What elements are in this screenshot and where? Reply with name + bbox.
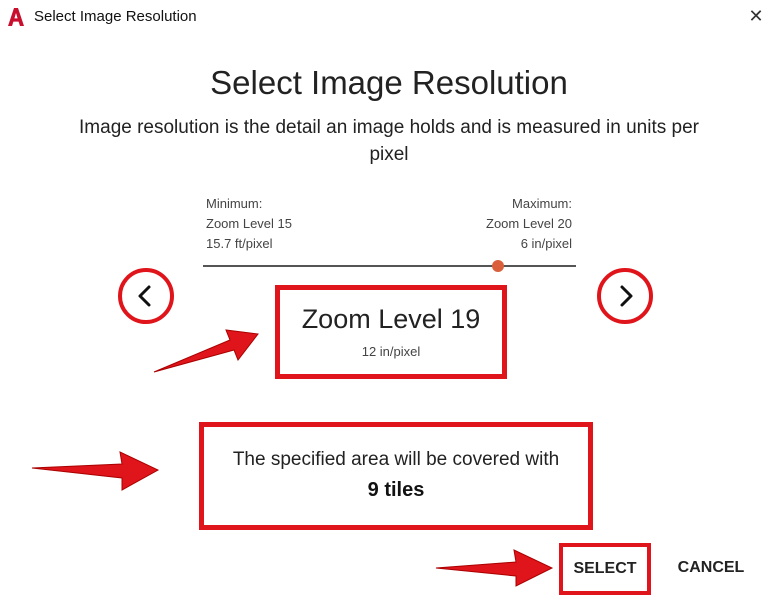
selected-zoom-level: Zoom Level 19 bbox=[301, 304, 481, 334]
window-title: Select Image Resolution bbox=[34, 8, 197, 25]
tile-count: 9 tiles bbox=[367, 479, 425, 501]
select-button[interactable]: SELECT bbox=[559, 543, 651, 595]
annotation-arrow-zoom-icon bbox=[153, 329, 259, 373]
coverage-box: The specified area will be covered with … bbox=[199, 422, 593, 530]
dialog-heading: Select Image Resolution bbox=[210, 64, 568, 101]
title-bar: Select Image Resolution ✕ bbox=[0, 0, 778, 34]
annotation-arrow-tiles-icon bbox=[31, 451, 160, 491]
minimum-label: Minimum: bbox=[206, 196, 263, 211]
zoom-slider-track[interactable] bbox=[203, 265, 576, 267]
selected-zoom-box: Zoom Level 19 12 in/pixel bbox=[275, 285, 507, 379]
coverage-text: The specified area will be covered with bbox=[232, 449, 560, 470]
zoom-slider-thumb[interactable] bbox=[492, 260, 504, 272]
maximum-label: Maximum: bbox=[512, 196, 572, 211]
dialog-description: Image resolution is the detail an image … bbox=[79, 117, 699, 165]
next-zoom-button[interactable] bbox=[597, 268, 653, 324]
close-button[interactable]: ✕ bbox=[746, 6, 766, 26]
maximum-info: Maximum: Zoom Level 20 6 in/pixel bbox=[486, 194, 572, 254]
cancel-button[interactable]: CANCEL bbox=[666, 554, 756, 582]
annotation-arrow-select-icon bbox=[435, 549, 554, 587]
minimum-resolution: 15.7 ft/pixel bbox=[206, 236, 273, 251]
minimum-zoom-level: Zoom Level 15 bbox=[206, 216, 292, 231]
previous-zoom-button[interactable] bbox=[118, 268, 174, 324]
select-image-resolution-dialog: Select Image Resolution ✕ Select Image R… bbox=[0, 0, 778, 612]
chevron-left-icon bbox=[138, 285, 151, 307]
chevron-right-icon bbox=[620, 285, 633, 307]
minimum-info: Minimum: Zoom Level 15 15.7 ft/pixel bbox=[206, 194, 292, 254]
autocad-logo-icon bbox=[8, 8, 24, 26]
maximum-zoom-level: Zoom Level 20 bbox=[486, 216, 572, 231]
selected-resolution: 12 in/pixel bbox=[361, 344, 421, 359]
maximum-resolution: 6 in/pixel bbox=[520, 236, 572, 251]
